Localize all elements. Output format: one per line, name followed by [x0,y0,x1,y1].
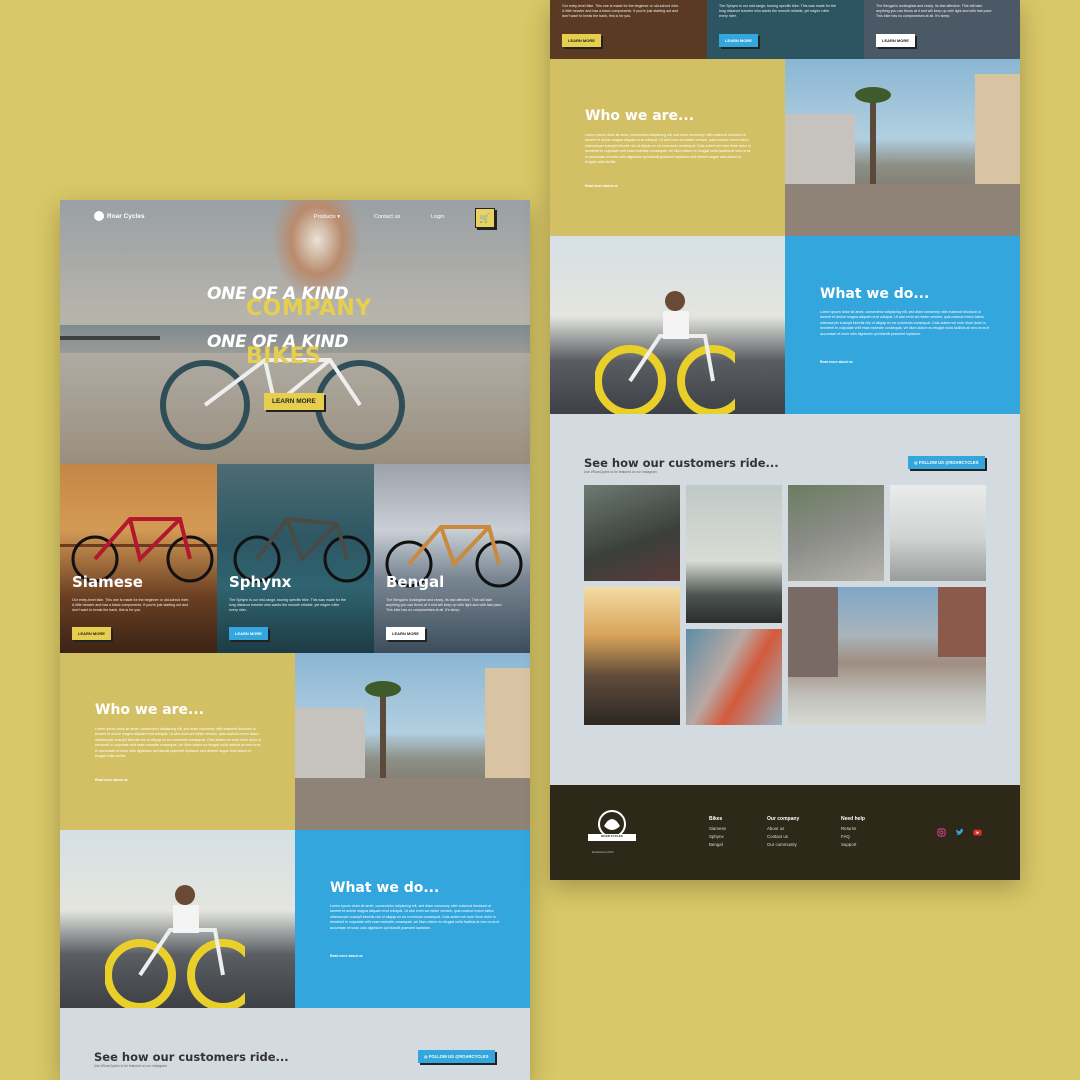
street-photo [295,653,530,830]
gallery-subtitle-2: Use #RoarCycles to be featured on our In… [584,470,657,474]
gallery-photo[interactable] [686,485,782,623]
footer-crest-text: ROAR CYCLES [601,834,623,838]
footer-link[interactable]: Siamese [709,825,726,833]
footer-crest-logo [586,808,638,852]
what-title: What we do... [330,880,440,896]
instagram-icon: ◎ [424,1054,428,1059]
card-siamese-desc-partial: Our entry-level bike. This one is made f… [562,4,680,18]
instagram-icon[interactable] [937,828,946,837]
gallery-photo[interactable] [788,485,884,581]
card-sphynx-button[interactable]: LEARN MORE [229,627,268,640]
card-siamese[interactable] [60,464,217,653]
footer-link[interactable]: Bengal [709,841,723,849]
yellow-bike-image [105,885,245,1008]
card-bengal-button-partial[interactable]: LEARN MORE [876,34,915,47]
brand-logo[interactable]: Roar Cycles [94,211,145,221]
youtube-icon[interactable] [973,828,982,837]
follow-instagram-button-2[interactable]: ◎ FOLLOW US @ROARCYCLES [908,456,985,469]
what-read-more-link[interactable]: Read more about us [330,954,363,958]
gallery-photo[interactable] [686,629,782,725]
footer-link[interactable]: Sphynx [709,833,724,841]
cart-button[interactable]: 🛒 [475,208,495,228]
what-body-2: Lorem ipsum dolor sit amet, consectetur … [820,310,990,336]
card-sphynx-desc: The Sphynx is our mid-range, touring spe… [229,598,346,612]
card-sphynx[interactable] [217,464,374,653]
gallery-title: See how our customers ride... [94,1050,289,1064]
who-title: Who we are... [95,702,205,718]
footer-heading-company: Our company [767,816,800,822]
bike-siamese-image [71,517,214,583]
lion-icon [588,810,636,841]
card-siamese-button-partial[interactable]: LEARN MORE [562,34,601,47]
who-read-more-link-2[interactable]: Read more about us [585,184,618,188]
what-body: Lorem ipsum dolor sit amet, consectetur … [330,904,500,930]
nav-products-label: Products [314,214,336,220]
footer-link[interactable]: Our community [767,841,797,849]
top-nav: Roar Cycles Products ▾ Contact us Login … [60,200,530,234]
street-photo-2 [785,59,1020,236]
gallery-photo[interactable] [788,587,986,725]
footer-link[interactable]: About us [767,825,784,833]
brand-name: Roar Cycles [107,212,145,220]
gallery-title-2: See how our customers ride... [584,456,779,470]
rider-photo-2 [550,236,785,414]
footer-heading-bikes: Bikes [709,816,723,822]
nav-contact[interactable]: Contact us [374,214,400,220]
gallery-photo[interactable] [584,485,680,581]
twitter-icon[interactable] [955,828,964,837]
hero-word-bikes: BIKES [246,344,322,369]
card-bengal-button[interactable]: LEARN MORE [386,627,425,640]
card-bengal[interactable] [374,464,530,653]
card-sphynx-title: Sphynx [229,573,292,591]
footer-link[interactable]: Contact us [767,833,788,841]
follow-label: FOLLOW US @ROARCYCLES [428,1054,489,1059]
footer-tagline: Established 2020 [592,850,614,854]
footer-link[interactable]: Returns [841,825,856,833]
gallery-photo[interactable] [890,485,986,581]
landing-page-full: Roar Cycles Products ▾ Contact us Login … [60,200,530,1080]
who-body-2: Lorem ipsum dolor sit amet, consectetur … [585,133,751,165]
gallery-subtitle: Use #RoarCycles to be featured on our In… [94,1064,167,1068]
gallery-section [60,1008,530,1080]
card-bengal-desc-partial: The Bengal is lookingfast and ready. Its… [876,4,993,18]
card-bengal-title: Bengal [386,573,445,591]
instagram-icon: ◎ [914,460,918,465]
lion-icon [94,211,104,221]
hero-word-company: COMPANY [246,296,372,321]
landing-page-scrolled: Our entry-level bike. This one is made f… [550,0,1020,880]
card-sphynx-button-partial[interactable]: LEARN MORE [719,34,758,47]
yellow-bike-image-2 [595,291,735,414]
cart-icon: 🛒 [479,212,491,223]
what-read-more-link-2[interactable]: Read more about us [820,360,853,364]
what-title-2: What we do... [820,286,930,302]
chevron-down-icon: ▾ [337,214,341,220]
card-siamese-button[interactable]: LEARN MORE [72,627,111,640]
footer-link[interactable]: FAQ [841,833,850,841]
gallery-photo[interactable] [584,587,680,725]
rider-photo [60,830,295,1008]
who-read-more-link[interactable]: Read more about us [95,778,128,782]
footer-link[interactable]: Support [841,841,856,849]
card-bengal-desc: The Bengal is lookingfast and ready. Its… [386,598,503,612]
card-sphynx-desc-partial: The Sphynx is our mid-range, touring spe… [719,4,836,18]
follow-label-2: FOLLOW US @ROARCYCLES [918,460,979,465]
card-siamese-desc: Our entry-level bike. This one is made f… [72,598,190,612]
card-siamese-title: Siamese [72,573,143,591]
follow-instagram-button[interactable]: ◎ FOLLOW US @ROARCYCLES [418,1050,495,1063]
who-body: Lorem ipsum dolor sit amet, consectetur … [95,727,261,759]
hero-learn-more-button[interactable]: LEARN MORE [264,393,324,410]
nav-products[interactable]: Products ▾ [314,214,340,220]
footer-heading-help: Need help [841,816,865,822]
who-title-2: Who we are... [585,108,695,124]
nav-login[interactable]: Login [431,214,444,220]
